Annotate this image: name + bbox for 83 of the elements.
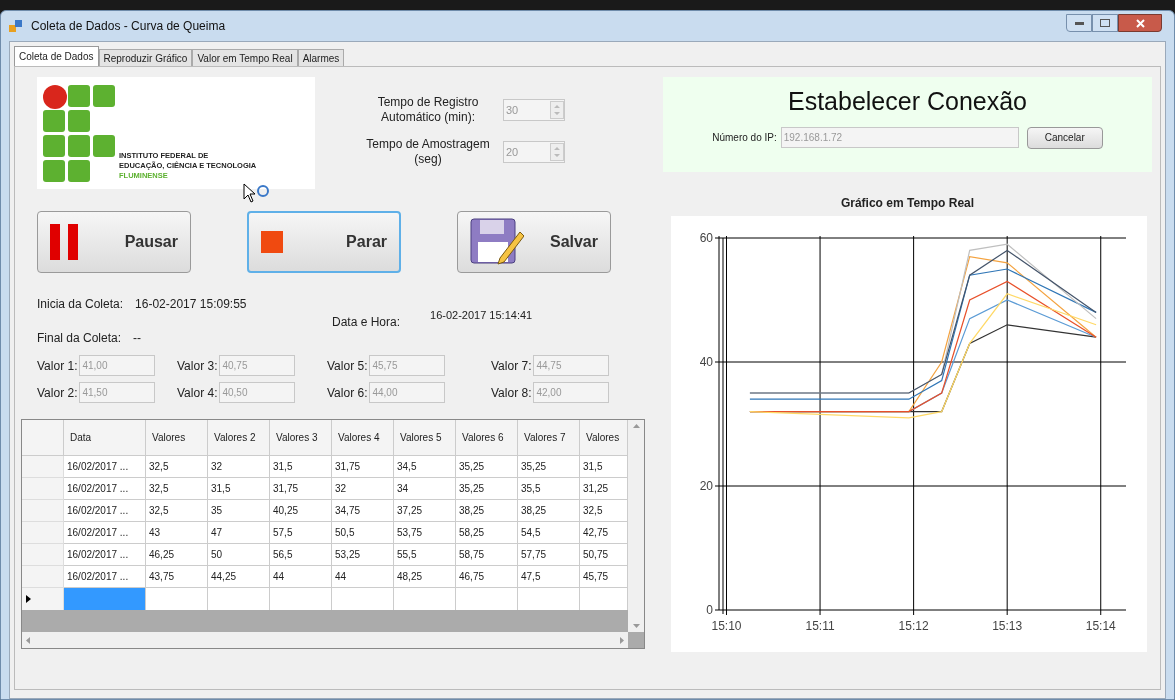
table-cell: 34,5 — [394, 456, 456, 478]
table-cell: 44,25 — [208, 566, 270, 588]
value-label: Valor 4: — [177, 384, 218, 402]
chart-title: Gráfico em Tempo Real — [839, 195, 976, 212]
table-cell: 31,5 — [580, 456, 628, 478]
value-label: Valor 8: — [491, 384, 532, 402]
table-cell: 32,5 — [146, 500, 208, 522]
table-cell: 31,5 — [208, 478, 270, 500]
table-cell: 31,5 — [270, 456, 332, 478]
table-cell: 43 — [146, 522, 208, 544]
start-label: Inicia da Coleta: — [37, 296, 124, 313]
setting-label: Tempo de Amostragem (seg) — [365, 137, 491, 167]
value-label: Valor 5: — [327, 357, 368, 375]
table-cell: 16/02/2017 ... — [64, 544, 146, 566]
value-label: Valor 3: — [177, 357, 218, 375]
table-cell: 50,75 — [580, 544, 628, 566]
table-cell: 45,75 — [580, 566, 628, 588]
table-cell: 31,75 — [270, 478, 332, 500]
y-tick-label: 20 — [699, 479, 713, 493]
table-cell: 32,5 — [146, 456, 208, 478]
table-cell: 34 — [394, 478, 456, 500]
table-cell: 38,25 — [456, 500, 518, 522]
value-label: Valor 1: — [37, 357, 78, 375]
table-cell: 35,25 — [456, 456, 518, 478]
table-cell: 46,25 — [146, 544, 208, 566]
table-cell: 32 — [208, 456, 270, 478]
x-tick-label: 15:12 — [898, 619, 929, 633]
table-cell: 54,5 — [518, 522, 580, 544]
table-cell: 32,5 — [146, 478, 208, 500]
table-cell: 34,75 — [332, 500, 394, 522]
x-tick-label: 15:14 — [1085, 619, 1116, 633]
table-cell: 48,25 — [394, 566, 456, 588]
table-cell: 16/02/2017 ... — [64, 456, 146, 478]
table-cell: 44 — [270, 566, 332, 588]
table-cell: 56,5 — [270, 544, 332, 566]
datetime-label: Data e Hora: — [332, 314, 401, 331]
table-cell: 53,75 — [394, 522, 456, 544]
x-tick-label: 15:11 — [805, 619, 835, 633]
table-cell: 50,5 — [332, 522, 394, 544]
table-cell: 42,75 — [580, 522, 628, 544]
setting-label: Tempo de Registro Automático (min): — [376, 95, 480, 125]
table-cell: 32,5 — [580, 500, 628, 522]
y-tick-label: 40 — [699, 355, 713, 369]
y-tick-label: 60 — [699, 231, 713, 245]
table-cell: 46,75 — [456, 566, 518, 588]
table-cell: 35 — [208, 500, 270, 522]
table-cell: 44 — [332, 566, 394, 588]
table-cell: 58,75 — [456, 544, 518, 566]
table-cell: 38,25 — [518, 500, 580, 522]
table-cell: 47,5 — [518, 566, 580, 588]
value-label: Valor 6: — [327, 384, 368, 402]
table-cell: 40,25 — [270, 500, 332, 522]
value-label: Valor 7: — [491, 357, 532, 375]
table-cell: 16/02/2017 ... — [64, 478, 146, 500]
table-cell: 16/02/2017 ... — [64, 566, 146, 588]
table-cell: 37,25 — [394, 500, 456, 522]
end-label: Final da Coleta: — [37, 330, 122, 347]
connection-title: Estabelecer Conexão — [787, 86, 1027, 117]
table-cell: 35,25 — [518, 456, 580, 478]
start-value: 16-02-2017 15:09:55 — [135, 296, 247, 313]
table-cell: 16/02/2017 ... — [64, 500, 146, 522]
table-cell: 57,5 — [270, 522, 332, 544]
table-cell: 57,75 — [518, 544, 580, 566]
table-cell: 35,25 — [456, 478, 518, 500]
table-cell: 58,25 — [456, 522, 518, 544]
x-tick-label: 15:10 — [711, 619, 742, 633]
table-cell: 35,5 — [518, 478, 580, 500]
table-cell: 16/02/2017 ... — [64, 522, 146, 544]
x-tick-label: 15:13 — [992, 619, 1023, 633]
table-cell: 55,5 — [394, 544, 456, 566]
table-cell: 32 — [332, 478, 394, 500]
window-title: Coleta de Dados - Curva de Queima — [31, 18, 226, 35]
table-cell: 47 — [208, 522, 270, 544]
table-cell: 43,75 — [146, 566, 208, 588]
table-cell: 31,25 — [580, 478, 628, 500]
table-cell: 31,75 — [332, 456, 394, 478]
end-value: -- — [133, 330, 142, 347]
value-label: Valor 2: — [37, 384, 78, 402]
table-cell: 50 — [208, 544, 270, 566]
datetime-value: 16-02-2017 15:14:41 — [430, 308, 533, 323]
y-tick-label: 0 — [706, 603, 713, 617]
ip-label: Número do IP: — [712, 131, 777, 145]
table-cell: 53,25 — [332, 544, 394, 566]
